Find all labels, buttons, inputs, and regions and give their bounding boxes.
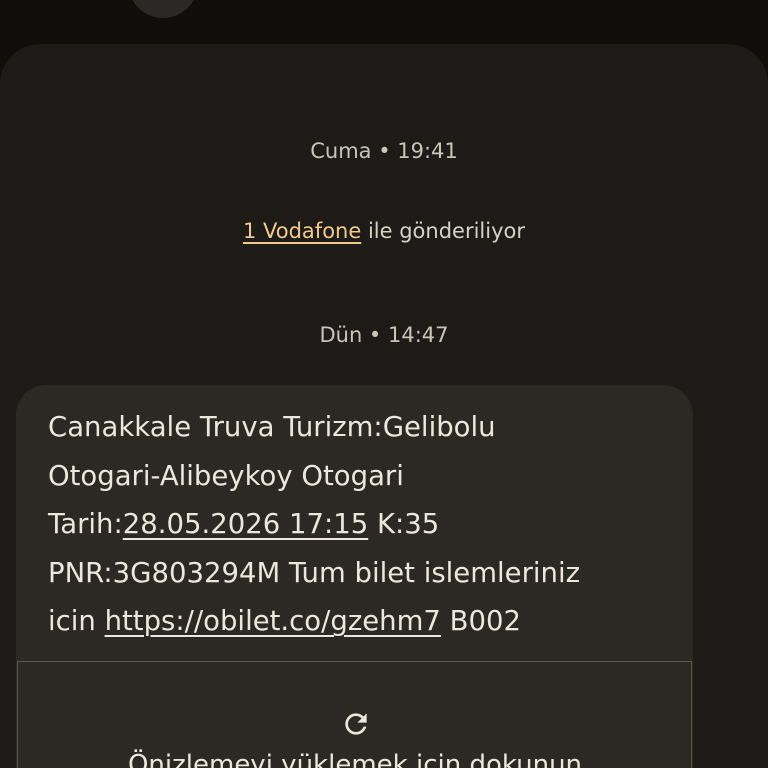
contact-avatar[interactable] [128,0,198,18]
message-line-1: Canakkale Truva Turizm:Gelibolu [48,411,496,443]
date-prefix: Tarih: [48,508,123,540]
seat-number: K:35 [368,508,440,540]
date-link[interactable]: 28.05.2026 17:15 [123,508,368,540]
message-line-5: icin https://obilet.co/gzehm7 B002 [48,597,668,646]
ticket-url-link[interactable]: https://obilet.co/gzehm7 [105,605,441,637]
load-preview-label: Önizlemeyi yüklemek için dokunun [127,750,583,768]
sim-selector-link[interactable]: 1 Vodafone [243,219,361,243]
message-line-4: PNR:3G803294M Tum bilet islemleriniz [48,556,581,589]
timestamp-friday: Cuma • 19:41 [310,139,458,163]
refresh-icon[interactable] [340,708,372,740]
message-text: Canakkale Truva Turizm:Gelibolu Otogari-… [48,403,668,646]
message-line-2: Otogari-Alibeykoy Otogari [48,459,404,492]
timestamp-yesterday: Dün • 14:47 [319,323,449,347]
messages-screen: Cuma • 19:41 1 Vodafone ile gönderiliyor… [0,0,768,768]
sending-via-sim: 1 Vodafone ile gönderiliyor [0,219,768,243]
sending-suffix: ile gönderiliyor [361,219,526,243]
message-line-3: Tarih:28.05.2026 17:15 K:35 [48,500,668,549]
link-prefix: icin [48,605,105,637]
message-code: B002 [440,605,521,637]
